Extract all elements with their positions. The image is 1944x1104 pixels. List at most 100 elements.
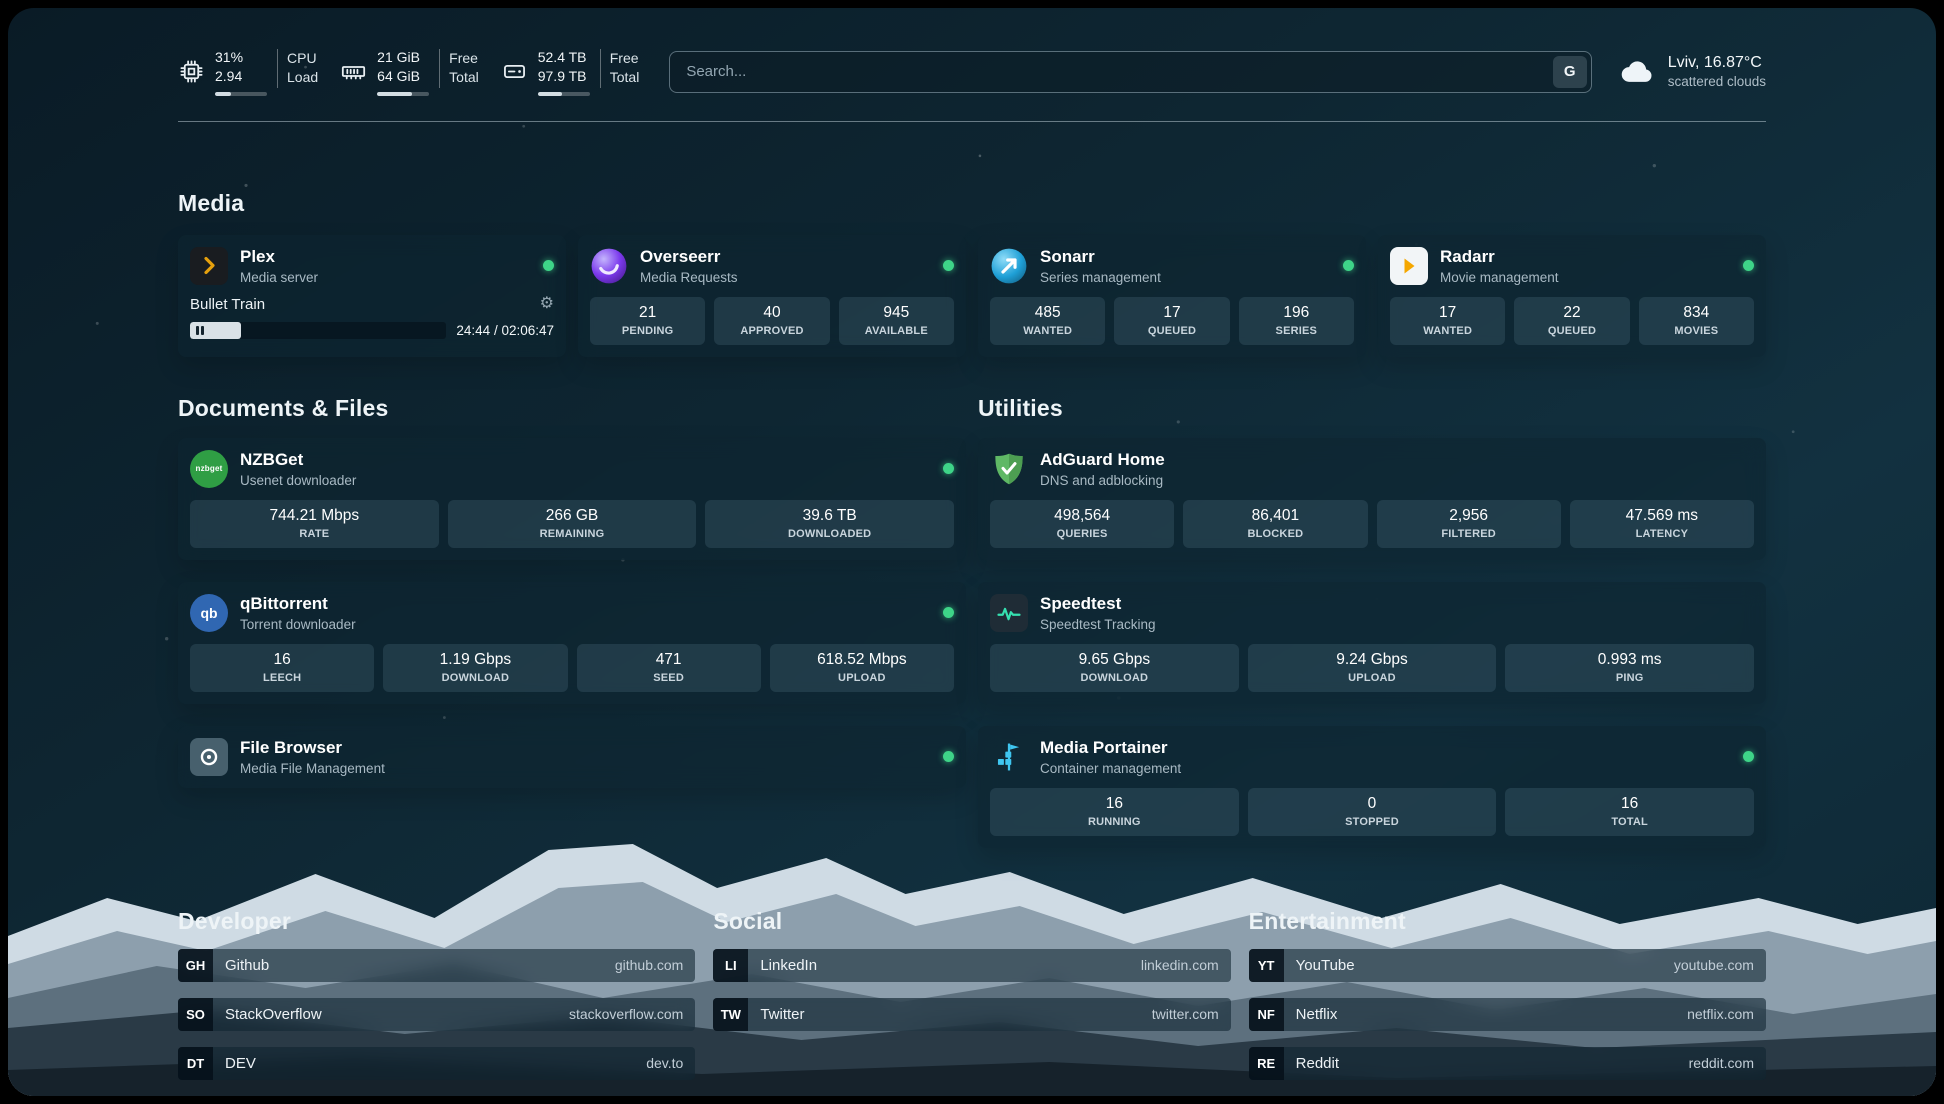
stat-label: TOTAL xyxy=(1509,816,1750,828)
disk-free: 52.4 TB xyxy=(538,48,590,67)
stat-value: 40 xyxy=(718,304,825,322)
bookmark-name: Github xyxy=(225,957,269,974)
stat-label: FILTERED xyxy=(1381,528,1557,540)
search-input[interactable] xyxy=(669,51,1591,93)
bookmark-group-social: Social LILinkedInlinkedin.com TWTwittertwi… xyxy=(713,908,1230,1080)
status-dot-online xyxy=(1743,751,1754,762)
bookmark-linkedin[interactable]: LILinkedInlinkedin.com xyxy=(713,949,1230,982)
weather-condition: scattered clouds xyxy=(1668,74,1766,89)
stat-value: 2,956 xyxy=(1381,507,1557,525)
bookmark-dev[interactable]: DTDEVdev.to xyxy=(178,1047,695,1080)
service-card-sonarr[interactable]: SonarrSeries management485WANTED17QUEUED… xyxy=(978,235,1366,357)
stat-queued: 22QUEUED xyxy=(1514,297,1629,345)
stat-label: DOWNLOADED xyxy=(709,528,950,540)
service-card-titles: Media PortainerContainer management xyxy=(1040,738,1181,776)
topbar-divider xyxy=(178,121,1766,122)
bookmark-abbr-icon: GH xyxy=(178,949,213,982)
stat-value: 0.993 ms xyxy=(1509,651,1750,669)
service-description: Torrent downloader xyxy=(240,617,356,632)
bookmarks-grid: DeveloperGHGithubgithub.comSOStackOverfl… xyxy=(178,908,1766,1080)
weather-widget[interactable]: Lviv, 16.87°C scattered clouds xyxy=(1618,53,1766,91)
progress-fill xyxy=(190,322,241,339)
service-card-titles: qBittorrent Torrent downloader xyxy=(240,594,356,632)
stat-value: 9.24 Gbps xyxy=(1252,651,1493,669)
service-card-titles: SpeedtestSpeedtest Tracking xyxy=(1040,594,1156,632)
section-utilities: Utilities AdGuard HomeDNS and adblocking… xyxy=(978,395,1766,848)
service-description: DNS and adblocking xyxy=(1040,473,1165,488)
stat-queued: 17QUEUED xyxy=(1114,297,1229,345)
service-card-speedtest[interactable]: SpeedtestSpeedtest Tracking9.65 GbpsDOWN… xyxy=(978,582,1766,704)
stat-ping: 0.993 msPING xyxy=(1505,644,1754,692)
section-title-media: Media xyxy=(178,190,1766,217)
status-dot-online xyxy=(1343,260,1354,271)
pause-bar xyxy=(201,326,204,335)
bookmark-abbr-icon: NF xyxy=(1249,998,1284,1031)
stat-latency: 47.569 msLATENCY xyxy=(1570,500,1754,548)
metric-disk: 52.4 TB 97.9 TB Free Total xyxy=(501,48,640,96)
service-card-overseerr[interactable]: OverseerrMedia Requests21PENDING40APPROV… xyxy=(578,235,966,357)
bookmark-reddit[interactable]: RERedditreddit.com xyxy=(1249,1047,1766,1080)
service-card-portainer[interactable]: Media PortainerContainer management16RUN… xyxy=(978,726,1766,848)
metric-cpu: 31% 2.94 CPU Load xyxy=(178,48,318,96)
service-card-titles: PlexMedia server xyxy=(240,247,318,285)
service-card-header: nzbgetNZBGetUsenet downloader xyxy=(190,450,954,488)
service-description: Usenet downloader xyxy=(240,473,356,488)
bookmark-youtube[interactable]: YTYouTubeyoutube.com xyxy=(1249,949,1766,982)
service-card-radarr[interactable]: RadarrMovie management17WANTED22QUEUED83… xyxy=(1378,235,1766,357)
stat-rate: 744.21 MbpsRATE xyxy=(190,500,439,548)
bookmark-netflix[interactable]: NFNetflixnetflix.com xyxy=(1249,998,1766,1031)
stat-label: LEECH xyxy=(194,672,370,684)
stat-value: 39.6 TB xyxy=(709,507,950,525)
search-engine-badge[interactable]: G xyxy=(1553,56,1587,88)
now-playing-title: Bullet Train xyxy=(190,296,265,313)
stat-series: 196SERIES xyxy=(1239,297,1354,345)
metric-values: 52.4 TB 97.9 TB xyxy=(538,48,590,96)
bookmark-github[interactable]: GHGithubgithub.com xyxy=(178,949,695,982)
bookmark-group-title: Social xyxy=(713,908,1230,935)
service-card-nzbget[interactable]: nzbgetNZBGetUsenet downloader 744.21 Mbps… xyxy=(178,438,966,560)
service-card-qbittorrent[interactable]: qbqBittorrentTorrent downloader16LEECH1.… xyxy=(178,582,966,704)
progress-track[interactable] xyxy=(190,322,446,339)
speedtest-icon xyxy=(990,594,1028,632)
service-description: Media File Management xyxy=(240,761,385,776)
stat-value: 22 xyxy=(1518,304,1625,322)
sonarr-icon xyxy=(990,247,1028,285)
service-name: qBittorrent xyxy=(240,594,356,614)
bookmark-twitter[interactable]: TWTwittertwitter.com xyxy=(713,998,1230,1031)
service-card-header: RadarrMovie management xyxy=(1390,247,1754,285)
player-head: Bullet Train ⚙ xyxy=(190,296,554,313)
qbittorrent-icon: qb xyxy=(190,594,228,632)
stat-label: WANTED xyxy=(994,325,1101,337)
gear-icon[interactable]: ⚙ xyxy=(540,296,554,312)
stat-label: AVAILABLE xyxy=(843,325,950,337)
portainer-icon xyxy=(990,738,1028,776)
stat-available: 945AVAILABLE xyxy=(839,297,954,345)
service-card-plex[interactable]: PlexMedia server Bullet Train ⚙ 24:44 / 02:… xyxy=(178,235,566,357)
bookmark-stackoverflow[interactable]: SOStackOverflowstackoverflow.com xyxy=(178,998,695,1031)
bookmark-name: LinkedIn xyxy=(760,957,817,974)
bookmark-name: YouTube xyxy=(1296,957,1355,974)
disk-total: 97.9 TB xyxy=(538,67,590,86)
stat-value: 498,564 xyxy=(994,507,1170,525)
bookmark-url: dev.to xyxy=(646,1055,683,1071)
pause-icon[interactable] xyxy=(196,326,204,335)
service-card-filebrowser[interactable]: File BrowserMedia File Management xyxy=(178,726,966,788)
bookmark-name: Netflix xyxy=(1296,1006,1338,1023)
section-title-documents: Documents & Files xyxy=(178,395,966,422)
bookmark-abbr-icon: DT xyxy=(178,1047,213,1080)
cpu-chip-icon xyxy=(178,58,205,85)
bookmark-group-title: Entertainment xyxy=(1249,908,1766,935)
service-card-adguard[interactable]: AdGuard HomeDNS and adblocking498,564QUE… xyxy=(978,438,1766,560)
stat-label: UPLOAD xyxy=(774,672,950,684)
stat-label: REMAINING xyxy=(452,528,693,540)
service-description: Media Requests xyxy=(640,270,738,285)
ram-free: 21 GiB xyxy=(377,48,429,67)
cpu-label-2: Load xyxy=(287,68,318,87)
documents-cards: nzbgetNZBGetUsenet downloader 744.21 Mbps… xyxy=(178,438,966,788)
stat-label: RUNNING xyxy=(994,816,1235,828)
stat-leech: 16LEECH xyxy=(190,644,374,692)
stat-value: 618.52 Mbps xyxy=(774,651,950,669)
stat-label: LATENCY xyxy=(1574,528,1750,540)
service-description: Container management xyxy=(1040,761,1181,776)
playback-time: 24:44 / 02:06:47 xyxy=(456,323,554,338)
